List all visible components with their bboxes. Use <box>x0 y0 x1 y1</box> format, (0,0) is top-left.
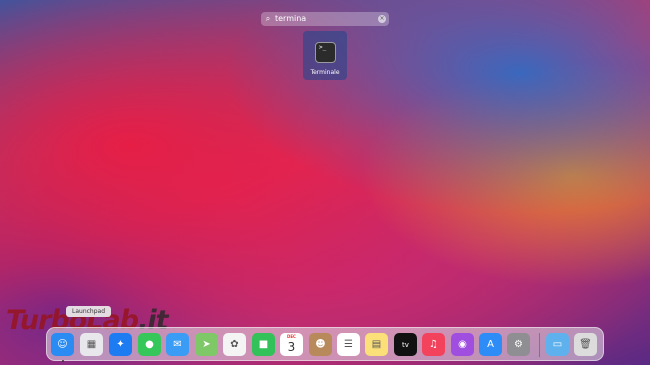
search-result-label: Terminale <box>310 69 340 76</box>
podcasts-icon: ◉ <box>458 339 467 350</box>
dock: ☺ ▦ ✦ ● ✉ ➤ ✿ ■ DEC 3 ☻ ☰ ▤ tv ♫ ◉ A ⚙ ▭ 🗑 <box>46 327 604 362</box>
appletv-icon: tv <box>402 340 409 349</box>
photos-icon: ✿ <box>230 339 239 350</box>
dock-music[interactable]: ♫ <box>422 333 445 356</box>
dock-downloads[interactable]: ▭ <box>546 333 569 356</box>
dock-contacts[interactable]: ☻ <box>309 333 332 356</box>
dock-appstore[interactable]: A <box>479 333 502 356</box>
dock-messages[interactable]: ● <box>138 333 161 356</box>
calendar-day: 3 <box>287 339 296 354</box>
dock-reminders[interactable]: ☰ <box>337 333 360 356</box>
reminders-icon: ☰ <box>344 339 353 350</box>
dock-tooltip: Launchpad <box>66 306 112 317</box>
dock-preferences[interactable]: ⚙ <box>507 333 530 356</box>
trash-icon: 🗑 <box>579 339 592 350</box>
dock-safari[interactable]: ✦ <box>109 333 132 356</box>
dock-facetime[interactable]: ■ <box>252 333 275 356</box>
dock-separator <box>539 333 540 357</box>
safari-icon: ✦ <box>116 339 125 350</box>
notes-icon: ▤ <box>371 339 382 350</box>
dock-notes[interactable]: ▤ <box>365 333 388 356</box>
mail-icon: ✉ <box>173 339 182 350</box>
music-icon: ♫ <box>429 339 438 350</box>
dock-trash[interactable]: 🗑 <box>574 333 597 356</box>
dock-photos[interactable]: ✿ <box>223 333 246 356</box>
dock-mail[interactable]: ✉ <box>166 333 189 356</box>
folder-icon: ▭ <box>552 339 563 350</box>
search-result-terminal[interactable]: >_ Terminale <box>303 31 347 80</box>
dock-maps[interactable]: ➤ <box>195 333 218 356</box>
launchpad-icon: ▦ <box>86 339 97 350</box>
running-indicator <box>62 360 64 362</box>
launchpad-search-field[interactable]: ⌕ termina × <box>261 12 389 26</box>
messages-icon: ● <box>145 339 154 350</box>
maps-icon: ➤ <box>202 339 211 350</box>
dock-calendar[interactable]: DEC 3 <box>280 333 303 356</box>
search-icon: ⌕ <box>265 14 271 23</box>
calendar-month: DEC <box>287 334 296 339</box>
gear-icon: ⚙ <box>514 339 523 350</box>
dock-podcasts[interactable]: ◉ <box>451 333 474 356</box>
dock-tv[interactable]: tv <box>394 333 417 356</box>
appstore-icon: A <box>487 339 494 350</box>
terminal-icon: >_ <box>315 42 336 63</box>
contacts-icon: ☻ <box>315 339 326 350</box>
facetime-icon: ■ <box>258 339 269 350</box>
search-input[interactable]: termina <box>275 12 378 26</box>
dock-launchpad[interactable]: ▦ <box>80 333 103 356</box>
finder-icon: ☺ <box>57 339 68 350</box>
dock-finder[interactable]: ☺ <box>51 333 74 356</box>
clear-search-icon[interactable]: × <box>378 15 386 23</box>
